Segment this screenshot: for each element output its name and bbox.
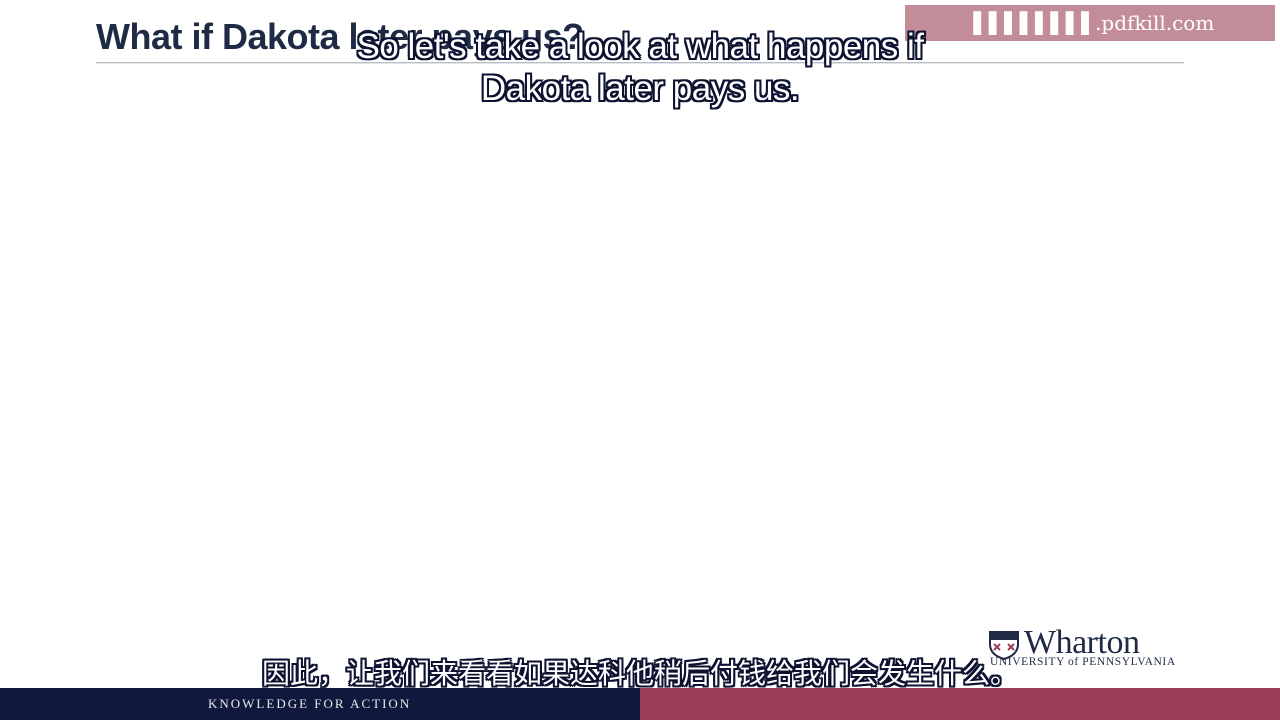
footer-tagline: KNOWLEDGE FOR ACTION (208, 696, 412, 711)
watermark-banner: ▐▐▐▐▐▐▐▐ .pdfkill.com (905, 5, 1275, 41)
english-subtitle: So let's take a look at what happens if … (356, 27, 925, 108)
chinese-subtitle: 因此，让我们来看看如果达科他稍后付钱给我们会发生什么。 (261, 657, 1018, 690)
